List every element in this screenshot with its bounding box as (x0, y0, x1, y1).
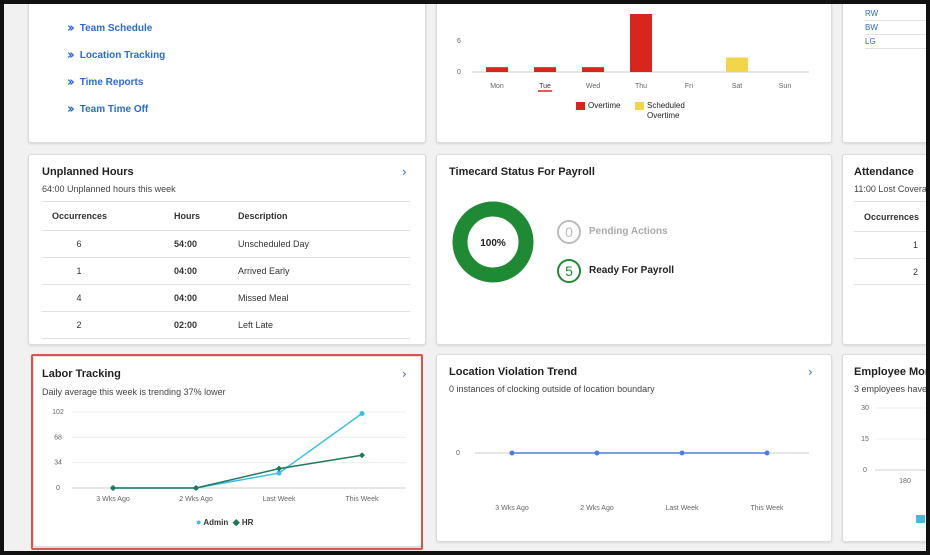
table-row: 6 54:00 Unscheduled Day (42, 229, 410, 257)
weekly-overtime-chart: 6 0 Mon Tue Wed Thu Fri Sat Sun (457, 14, 809, 92)
table-row: 1 (854, 231, 926, 258)
card-subtitle: 11:00 Lost Coverag (854, 184, 930, 194)
legend-scheduled-overtime: Scheduled Overtime (635, 101, 685, 121)
y-tick: 30 (861, 405, 869, 412)
location-violation-chart: 0 3 Wks Ago 2 Wks Ago Last Week This Week (456, 450, 809, 512)
top-right-card: RW BW LG (842, 4, 926, 143)
bar-overtime-thu[interactable] (630, 14, 652, 72)
y-tick-6: 6 (457, 38, 461, 45)
ready-count-badge: 5 (557, 259, 581, 283)
double-chevron-icon: ›› (67, 21, 75, 36)
team-schedule-link[interactable]: ›› Team Schedule (67, 21, 152, 36)
labor-tracking-highlight (31, 354, 423, 550)
double-chevron-icon: ›› (67, 75, 75, 90)
unplanned-hours-card: Unplanned Hours › 64:00 Unplanned hours … (28, 154, 426, 345)
day-label: Sat (732, 83, 743, 90)
day-label: Fri (685, 83, 694, 90)
day-label: Wed (586, 83, 600, 90)
donut-percent: 100% (480, 238, 506, 249)
legend-overtime: Overtime (576, 101, 620, 110)
day-label-today: Tue (539, 83, 551, 90)
chevron-right-icon[interactable]: › (402, 165, 407, 179)
card-title: Unplanned Hours (42, 166, 134, 178)
y-tick-0: 0 (457, 69, 461, 76)
card-subtitle: 64:00 Unplanned hours this week (42, 184, 176, 194)
employee-monitor-card: Employee Mon 3 employees have 30 15 0 18… (842, 354, 926, 542)
table-row: 4 04:00 Missed Meal (42, 283, 410, 311)
unplanned-table: Occurrences Hours Description 6 54:00 Un… (42, 203, 410, 339)
table-row: 2 02:00 Left Late (42, 310, 410, 339)
table-row: 1 04:00 Arrived Early (42, 256, 410, 284)
x-tick-label: Last Week (666, 505, 699, 512)
attendance-card: Attendance 11:00 Lost Coverag Occurrence… (842, 154, 930, 345)
card-title: Attendance (854, 166, 914, 178)
list-item[interactable]: LG (865, 37, 926, 49)
x-tick: 180 (899, 478, 911, 485)
team-time-off-link[interactable]: ›› Team Time Off (67, 102, 148, 117)
bar-scheduled-overtime-sat[interactable] (726, 57, 748, 73)
data-point[interactable] (509, 450, 515, 456)
payroll-donut-chart: 100% (452, 201, 534, 283)
card-title: Timecard Status For Payroll (449, 166, 595, 178)
weekly-overtime-card: 6 0 Mon Tue Wed Thu Fri Sat Sun Overtime… (436, 4, 832, 143)
scheduled-overtime-swatch (635, 101, 644, 110)
y-tick: 15 (861, 436, 869, 443)
location-violation-card: Location Violation Trend › 0 instances o… (436, 354, 832, 542)
data-point[interactable] (679, 450, 685, 456)
bar-overtime-mon[interactable] (486, 67, 508, 72)
table-header-row: Occurrences Hours Description (52, 211, 288, 222)
day-label: Sun (779, 83, 792, 90)
legend-swatch (916, 514, 925, 523)
x-tick-label: 2 Wks Ago (580, 505, 614, 512)
y-tick-label: 0 (456, 450, 460, 457)
ready-for-payroll-label[interactable]: Ready For Payroll (589, 265, 674, 276)
location-tracking-link[interactable]: ›› Location Tracking (67, 48, 165, 63)
x-tick-label: This Week (751, 505, 784, 512)
pending-actions-label[interactable]: Pending Actions (589, 226, 668, 237)
timecard-status-card: Timecard Status For Payroll 100% 0 Pendi… (436, 154, 832, 345)
data-point[interactable] (764, 450, 770, 456)
y-tick: 0 (863, 467, 867, 474)
x-tick-label: 3 Wks Ago (495, 505, 529, 512)
time-reports-link[interactable]: ›› Time Reports (67, 75, 143, 90)
overtime-swatch (576, 101, 585, 110)
dashboard-frame: ›› Team Schedule ›› Location Tracking ›› Ti… (0, 0, 930, 555)
nav-links-card: ›› Team Schedule ›› Location Tracking ›› Ti… (28, 4, 426, 143)
attendance-header: Occurrences (864, 212, 920, 222)
double-chevron-icon: ›› (67, 48, 75, 63)
day-label: Thu (635, 83, 647, 90)
pending-count-badge: 0 (557, 220, 581, 244)
list-item[interactable]: BW (865, 23, 926, 35)
double-chevron-icon: ›› (67, 102, 75, 117)
bar-overtime-wed[interactable] (582, 67, 604, 72)
day-label: Mon (490, 83, 504, 90)
bar-overtime-tue[interactable] (534, 67, 556, 72)
table-row: 2 (854, 258, 926, 285)
employee-legend: C (916, 514, 926, 523)
data-point[interactable] (594, 450, 600, 456)
list-item[interactable]: RW (865, 9, 926, 21)
